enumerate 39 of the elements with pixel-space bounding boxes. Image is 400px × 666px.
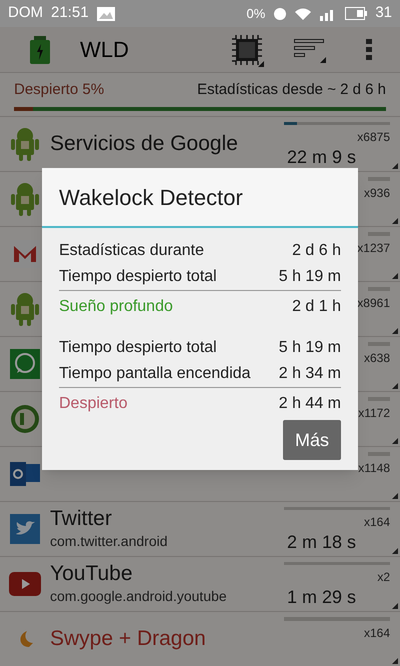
wakelock-time: 1 m 29 s	[286, 586, 356, 609]
stat-label: Despierto	[59, 394, 128, 414]
wakelock-count: x8961	[357, 295, 390, 312]
wakelock-count: x164	[364, 514, 390, 531]
stat-value: 2 d 1 h	[292, 296, 341, 316]
stat-value: 2 h 34 m	[278, 364, 341, 384]
stat-value: 5 h 19 m	[278, 338, 341, 358]
stat-value: 2 h 44 m	[278, 394, 341, 414]
wakelock-time: 2 m 18 s	[286, 531, 356, 554]
wakelock-count: x1172	[358, 405, 390, 422]
stat-label: Tiempo despierto total	[59, 267, 217, 287]
stat-label: Tiempo pantalla encendida	[59, 364, 251, 384]
wakelock-count: x936	[364, 185, 390, 202]
wakelock-count: x164	[364, 625, 390, 642]
app-name: Swype + Dragon	[50, 627, 207, 651]
wakelock-count: x2	[377, 569, 390, 586]
stats-since: Estadísticas desde ~ 2 d 6 h	[197, 80, 386, 100]
status-day: DOM	[8, 2, 43, 25]
app-name: YouTube	[50, 562, 134, 586]
app-name: Twitter	[50, 506, 113, 530]
stat-label: Estadísticas durante	[59, 241, 204, 261]
app-title: WLD	[80, 36, 130, 64]
stat-value: 5 h 19 m	[278, 267, 341, 287]
wakelock-count: x6875	[357, 129, 390, 146]
data-usage: 0%	[246, 4, 266, 23]
package-name: com.twitter.android	[50, 532, 168, 550]
stat-label: Sueño profundo	[59, 296, 173, 316]
wakelock-time: 22 m 9 s	[286, 146, 356, 169]
battery-level: 31	[375, 3, 392, 24]
stat-label: Tiempo despierto total	[59, 338, 217, 358]
stat-value: 2 d 6 h	[292, 241, 341, 261]
wakelock-count: x1148	[358, 460, 390, 477]
awake-percentage: Despierto 5%	[14, 80, 104, 100]
dialog-title: Wakelock Detector	[59, 184, 243, 212]
wakelock-count: x1237	[357, 240, 390, 257]
wakelock-count: x638	[364, 350, 390, 367]
package-name: com.google.android.youtube	[50, 586, 228, 606]
status-time: 21:51	[51, 3, 89, 24]
app-name: Servicios de Google	[50, 132, 239, 156]
